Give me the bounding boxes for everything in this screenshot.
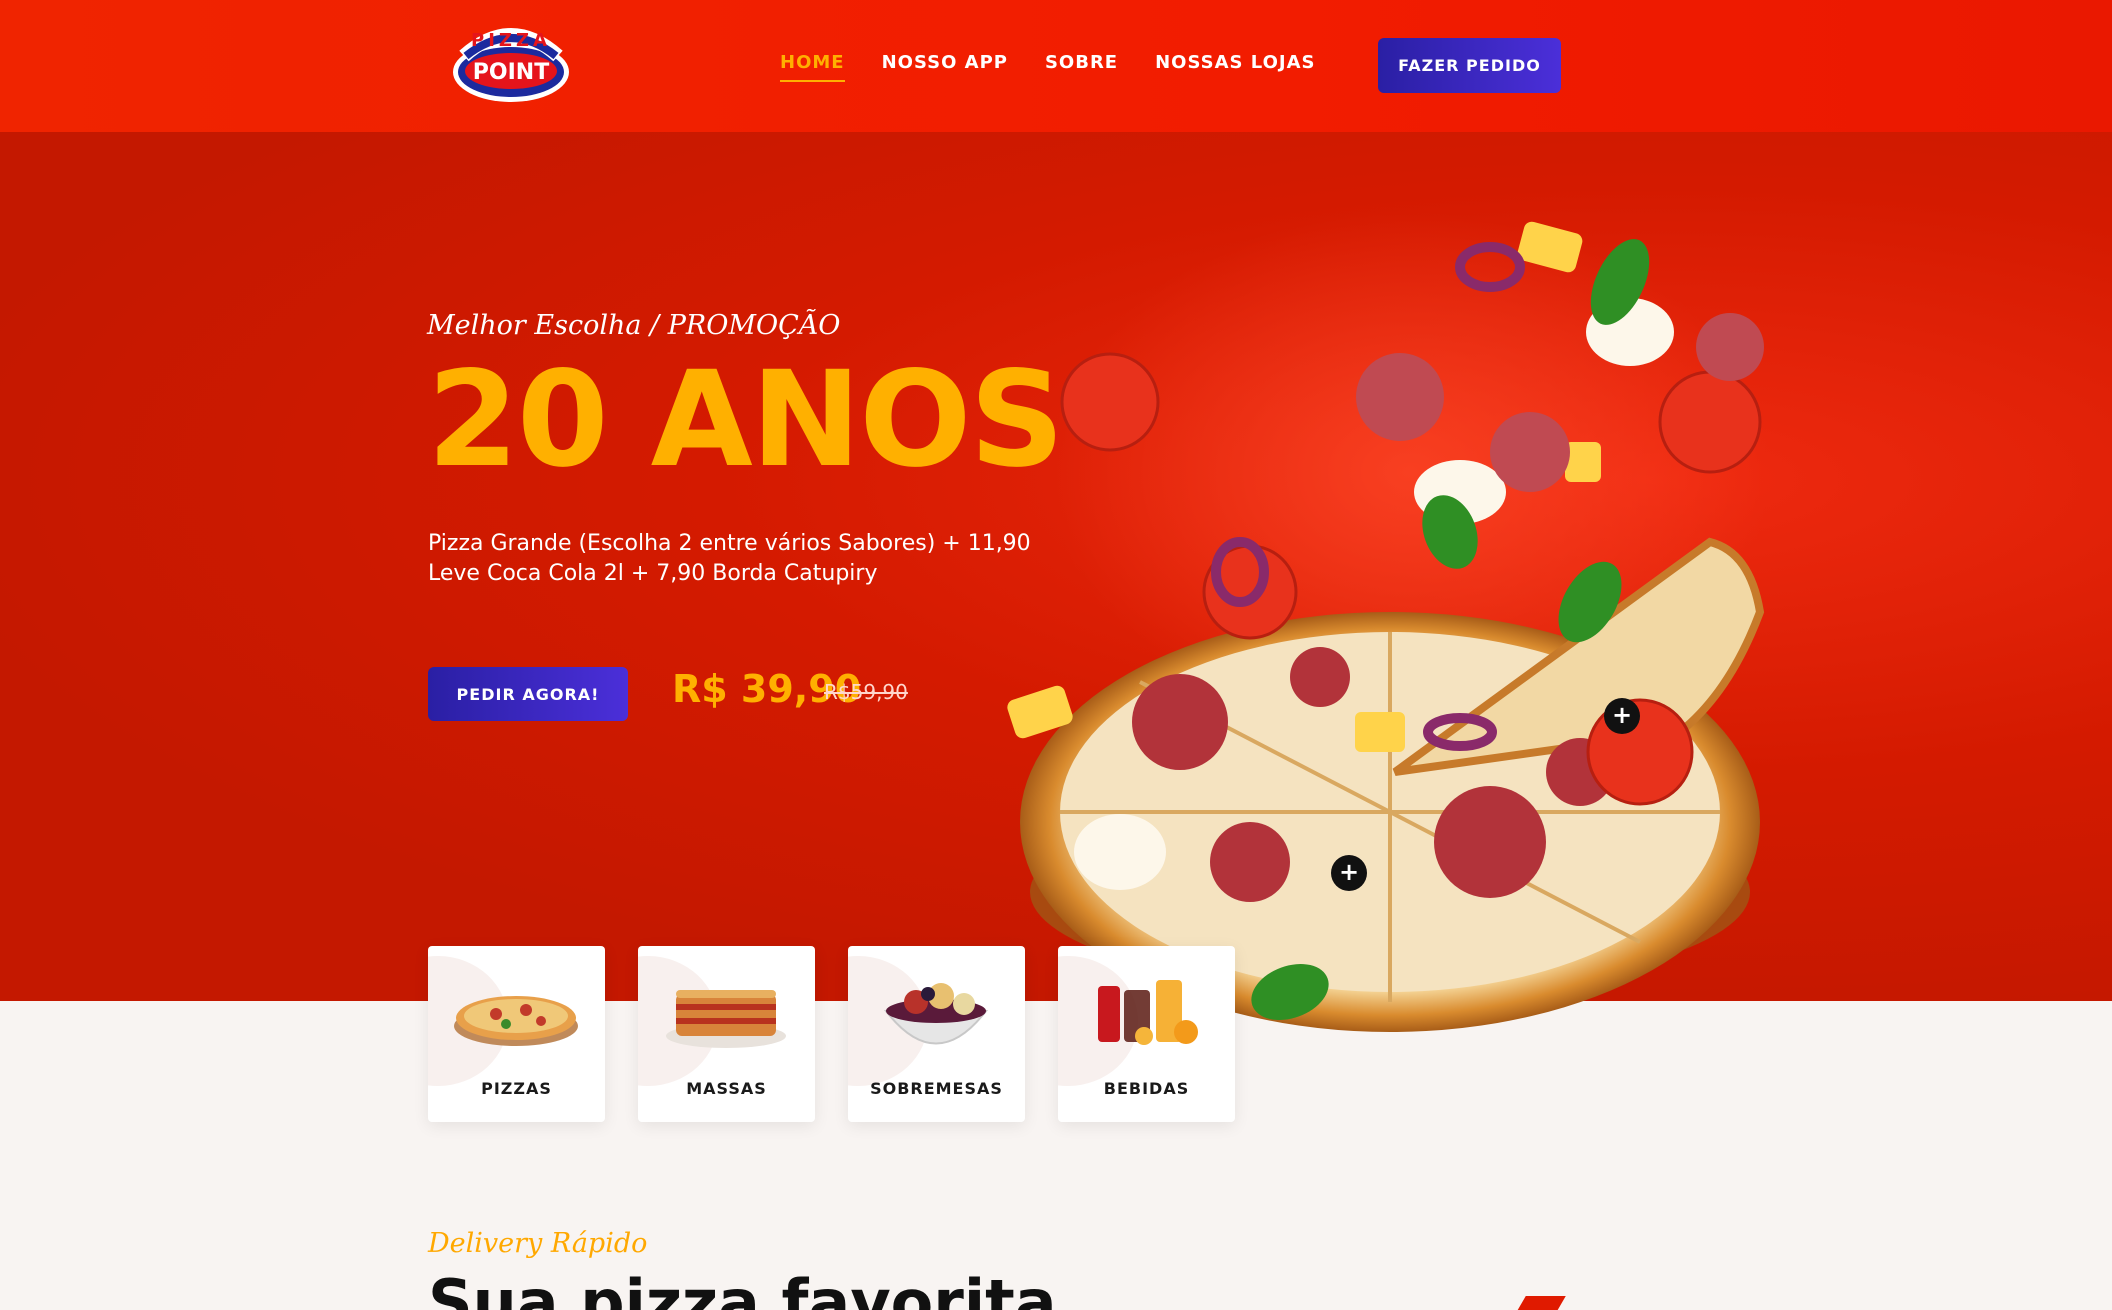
delivery-tagline: Delivery Rápido [428, 1228, 648, 1259]
pizza-point-logo[interactable]: PIZZA POINT [450, 16, 572, 108]
section-title: Sua pizza favorita [428, 1266, 1057, 1310]
hotspot-plus-icon[interactable]: + [1604, 698, 1640, 734]
old-price: R$59,90 [824, 680, 908, 704]
nav-sobre[interactable]: SOBRE [1045, 52, 1118, 82]
logo-top-text: PIZZA [471, 30, 551, 51]
category-card-sobremesas[interactable]: SOBREMESAS [848, 946, 1025, 1122]
category-label: SOBREMESAS [870, 1079, 1003, 1098]
hotspot-plus-icon[interactable]: + [1331, 855, 1367, 891]
pizza-icon [454, 996, 578, 1046]
main-nav: HOME NOSSO APP SOBRE NOSSAS LOJAS [780, 52, 1315, 82]
category-label: PIZZAS [481, 1079, 552, 1098]
logo-main-text: POINT [473, 60, 549, 85]
hero-description: Pizza Grande (Escolha 2 entre vários Sab… [428, 531, 1031, 586]
hero-tagline: Melhor Escolha / PROMOÇÃO [427, 310, 841, 341]
category-label: BEBIDAS [1103, 1079, 1190, 1098]
dessert-bowl-icon [883, 983, 989, 1045]
nav-nossas-lojas[interactable]: NOSSAS LOJAS [1155, 52, 1315, 82]
hero-title: 20 ANOS [427, 343, 1065, 497]
category-card-pizzas[interactable]: PIZZAS [428, 946, 605, 1122]
category-list: PIZZAS MASSAS SOBREMESAS BEBIDAS [428, 946, 1235, 1122]
site-header: PIZZA POINT HOME NOSSO APP SOBRE NOSSAS … [0, 0, 2112, 132]
hero-section: Melhor Escolha / PROMOÇÃO 20 ANOS Pizza … [0, 132, 2112, 1032]
nav-nosso-app[interactable]: NOSSO APP [882, 52, 1008, 82]
decorative-shape [1514, 1296, 1566, 1310]
category-label: MASSAS [686, 1079, 767, 1098]
fazer-pedido-button[interactable]: FAZER PEDIDO [1378, 38, 1561, 93]
nav-home[interactable]: HOME [780, 52, 845, 82]
pizza-image [1007, 212, 1770, 1032]
drinks-icon [1098, 980, 1198, 1045]
lasagna-icon [666, 990, 786, 1048]
pedir-agora-button[interactable]: PEDIR AGORA! [428, 667, 628, 721]
category-card-bebidas[interactable]: BEBIDAS [1058, 946, 1235, 1122]
category-card-massas[interactable]: MASSAS [638, 946, 815, 1122]
